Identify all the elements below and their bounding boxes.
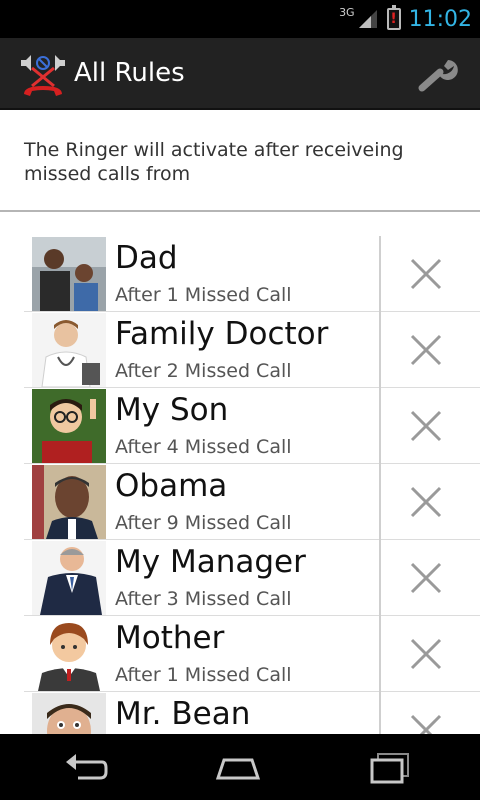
avatar — [32, 313, 106, 387]
home-icon[interactable] — [214, 750, 262, 784]
list-item[interactable]: Family Doctor After 2 Missed Call — [24, 312, 480, 388]
recents-icon[interactable] — [366, 750, 414, 784]
divider — [379, 616, 381, 692]
rule-contact-name: Mr. Bean — [115, 696, 251, 732]
rule-contact-name: Obama — [115, 468, 228, 504]
page-title: All Rules — [74, 58, 185, 88]
avatar — [32, 693, 106, 734]
avatar — [32, 617, 106, 691]
network-type: 3G — [339, 5, 355, 19]
divider — [0, 210, 480, 212]
action-bar: All Rules — [0, 38, 480, 110]
divider — [379, 692, 381, 734]
rule-contact-name: My Manager — [115, 544, 306, 580]
battery-icon: ! — [386, 5, 401, 30]
avatar — [32, 237, 106, 311]
rule-contact-name: Family Doctor — [115, 316, 329, 352]
divider — [379, 464, 381, 540]
rules-description: The Ringer will activate after receivein… — [24, 139, 404, 185]
list-item[interactable]: My Son After 4 Missed Call — [24, 388, 480, 464]
list-item[interactable]: Obama After 9 Missed Call — [24, 464, 480, 540]
rule-missed-calls: After 4 Missed Call — [115, 436, 292, 458]
status-bar: 3G ! 11:02 — [0, 0, 480, 38]
delete-icon[interactable] — [408, 712, 444, 734]
divider — [379, 236, 381, 312]
avatar — [32, 389, 106, 463]
delete-icon[interactable] — [408, 408, 444, 444]
rule-missed-calls: After 3 Missed Call — [115, 588, 292, 610]
rule-contact-name: Mother — [115, 620, 225, 656]
list-item[interactable]: Mr. Bean — [24, 692, 480, 734]
delete-icon[interactable] — [408, 484, 444, 520]
rules-list: Dad After 1 Missed Call Family Doctor Af… — [24, 236, 480, 734]
clock: 11:02 — [408, 6, 472, 32]
list-item[interactable]: Mother After 1 Missed Call — [24, 616, 480, 692]
delete-icon[interactable] — [408, 560, 444, 596]
rule-contact-name: Dad — [115, 240, 178, 276]
avatar — [32, 465, 106, 539]
rule-missed-calls: After 9 Missed Call — [115, 512, 292, 534]
rule-missed-calls: After 1 Missed Call — [115, 664, 292, 686]
rule-missed-calls: After 2 Missed Call — [115, 360, 292, 382]
wrench-icon[interactable] — [418, 54, 462, 94]
muted-phone-icon[interactable] — [18, 50, 68, 100]
divider — [379, 388, 381, 464]
divider — [379, 312, 381, 388]
divider — [379, 540, 381, 616]
rule-contact-name: My Son — [115, 392, 229, 428]
back-icon[interactable] — [62, 750, 110, 784]
avatar — [32, 541, 106, 615]
list-item[interactable]: My Manager After 3 Missed Call — [24, 540, 480, 616]
delete-icon[interactable] — [408, 332, 444, 368]
list-item[interactable]: Dad After 1 Missed Call — [24, 236, 480, 312]
delete-icon[interactable] — [408, 636, 444, 672]
navigation-bar — [0, 734, 480, 800]
signal-icon — [358, 10, 377, 28]
delete-icon[interactable] — [408, 256, 444, 292]
rule-missed-calls: After 1 Missed Call — [115, 284, 292, 306]
